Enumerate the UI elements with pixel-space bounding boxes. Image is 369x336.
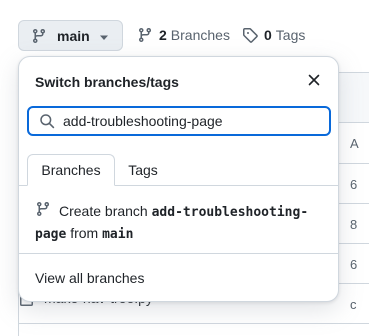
branch-search-input[interactable] — [63, 113, 313, 129]
file-row-partial-text: c — [350, 297, 357, 312]
branch-selector-button[interactable]: main — [18, 20, 123, 51]
git-branch-icon — [31, 28, 47, 44]
tag-icon — [242, 27, 258, 43]
chevron-down-icon — [99, 28, 109, 44]
tab-tags[interactable]: Tags — [115, 154, 171, 186]
search-icon — [39, 113, 55, 129]
branches-label: Branches — [170, 27, 230, 43]
tab-branches[interactable]: Branches — [27, 154, 115, 186]
create-branch-from: from — [66, 225, 103, 241]
create-branch-prefix: Create branch — [59, 203, 152, 219]
file-row-partial-text: 6 — [350, 257, 358, 272]
create-branch-item[interactable]: Create branch add-troubleshooting-page f… — [35, 201, 325, 245]
branch-switcher-dropdown: Switch branches/tags Branches Tags Creat… — [18, 56, 339, 302]
branch-search-box[interactable] — [27, 106, 331, 136]
close-icon — [308, 73, 320, 89]
close-button[interactable] — [305, 72, 323, 90]
row-divider — [19, 323, 369, 324]
branches-count: 2 — [159, 27, 167, 43]
file-row-partial-text: 6 — [350, 177, 358, 192]
tags-label: Tags — [275, 27, 306, 43]
tags-link[interactable]: 0 Tags — [242, 27, 305, 43]
branch-selector-label: main — [57, 27, 90, 44]
dropdown-divider — [19, 253, 338, 254]
file-row-partial-text: 8 — [350, 217, 358, 232]
git-branch-icon — [35, 201, 51, 222]
branches-link[interactable]: 2 Branches — [137, 27, 230, 43]
file-row-partial-text: A — [350, 136, 359, 151]
tags-count: 0 — [264, 27, 272, 43]
source-branch-name: main — [102, 227, 134, 242]
view-all-branches-link[interactable]: View all branches — [35, 270, 144, 286]
dropdown-title: Switch branches/tags — [35, 74, 179, 90]
git-branch-icon — [137, 27, 153, 43]
